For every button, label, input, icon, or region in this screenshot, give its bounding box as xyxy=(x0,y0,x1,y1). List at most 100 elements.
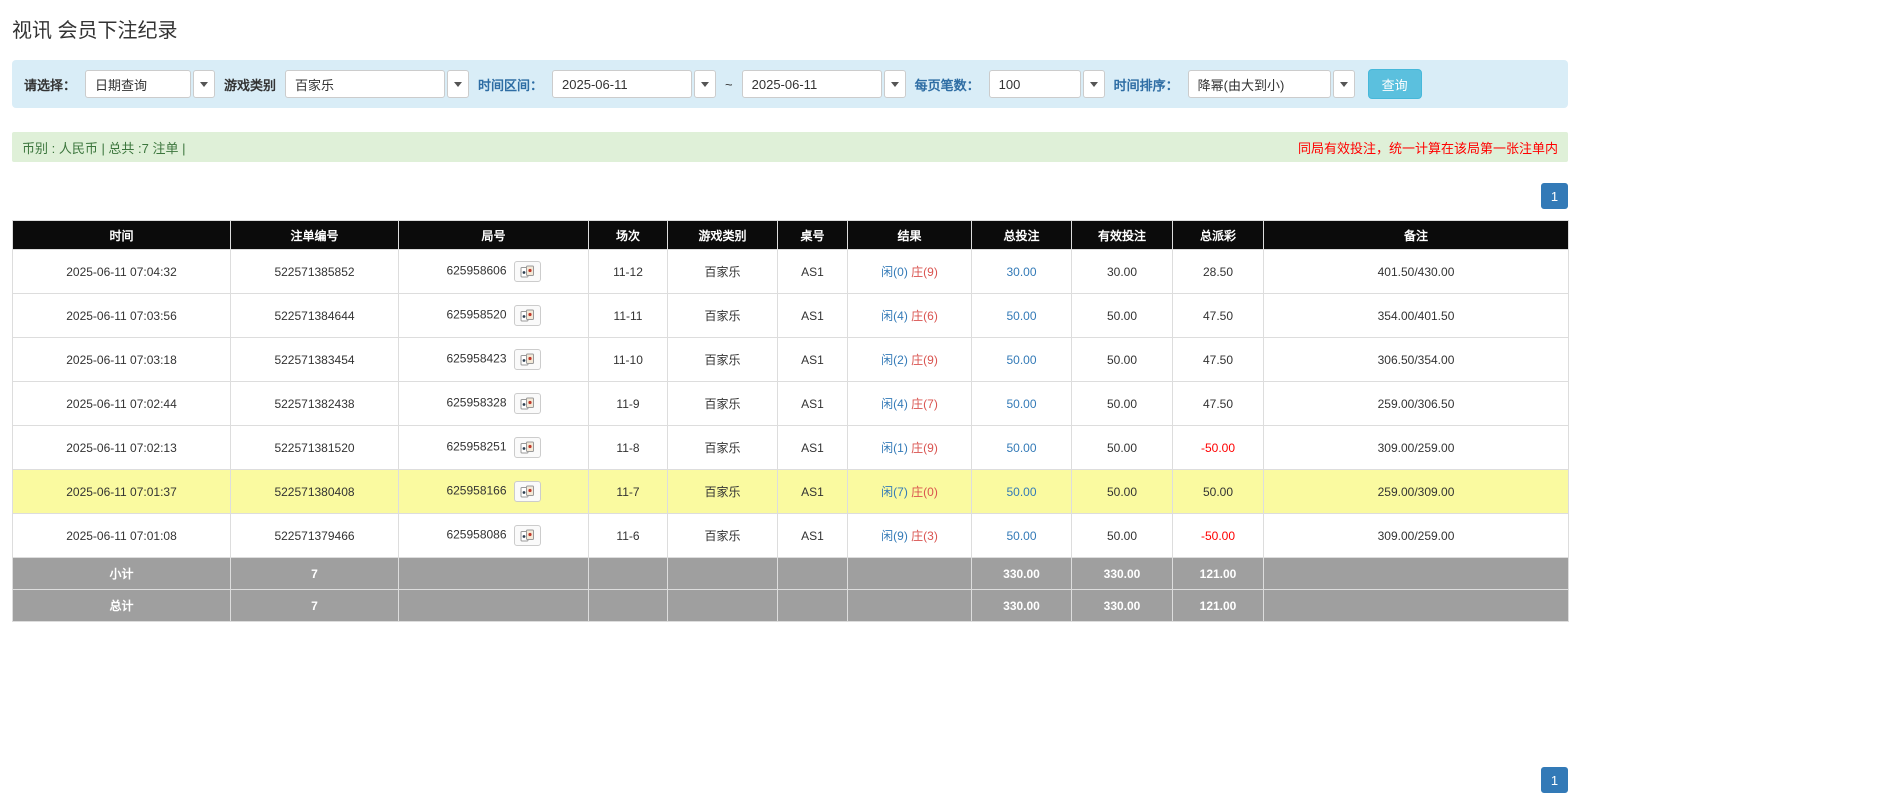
cards-preview-icon[interactable] xyxy=(514,393,541,414)
total-bet-cell: 50.00 xyxy=(972,426,1072,470)
time-cell: 2025-06-11 07:03:56 xyxy=(13,294,231,338)
header-table-no: 桌号 xyxy=(778,221,848,250)
total-bet-link[interactable]: 50.00 xyxy=(1006,441,1036,455)
subtotal-row-cell: 330.00 xyxy=(1072,558,1173,590)
cards-preview-icon[interactable] xyxy=(514,261,541,282)
table-body: 2025-06-11 07:04:32522571385852625958606… xyxy=(13,250,1569,622)
remark-cell: 309.00/259.00 xyxy=(1264,426,1569,470)
bet-id-cell: 522571383454 xyxy=(231,338,399,382)
table-row: 2025-06-11 07:03:56522571384644 625958520… xyxy=(13,294,1569,338)
banker-result: 庄(9) xyxy=(911,265,938,279)
table-row: 2025-06-11 07:03:18522571383454625958423… xyxy=(13,338,1569,382)
player-result: 闲(4) xyxy=(881,309,908,323)
player-result: 闲(1) xyxy=(881,441,908,455)
time-cell: 2025-06-11 07:03:18 xyxy=(13,338,231,382)
valid-bet-cell: 50.00 xyxy=(1072,294,1173,338)
banker-result: 庄(3) xyxy=(911,529,938,543)
total-bet-link[interactable]: 50.00 xyxy=(1006,529,1036,543)
chevron-down-icon[interactable] xyxy=(1333,70,1355,98)
payout-cell: 47.50 xyxy=(1173,294,1264,338)
cards-graphic xyxy=(520,265,535,278)
per-page-value: 100 xyxy=(989,70,1081,98)
round-id: 625958520 xyxy=(446,308,506,322)
total-row-cell: 7 xyxy=(231,590,399,622)
cards-graphic xyxy=(520,309,535,322)
sort-value: 降幂(由大到小) xyxy=(1188,70,1331,98)
chevron-down-icon[interactable] xyxy=(1083,70,1105,98)
valid-bet-cell: 50.00 xyxy=(1072,382,1173,426)
table-no-cell: AS1 xyxy=(778,470,848,514)
game-type-value: 百家乐 xyxy=(285,70,445,98)
total-bet-cell: 50.00 xyxy=(972,294,1072,338)
header-bet-id: 注单编号 xyxy=(231,221,399,250)
caret-glyph xyxy=(1090,82,1098,87)
subtotal-row-cell xyxy=(589,558,668,590)
round-id: 625958606 xyxy=(446,264,506,278)
table-no-cell: AS1 xyxy=(778,514,848,558)
caret-glyph xyxy=(454,82,462,87)
bet-id-cell: 522571384644 xyxy=(231,294,399,338)
caret-glyph xyxy=(200,82,208,87)
chevron-down-icon[interactable] xyxy=(884,70,906,98)
date-to-select[interactable]: 2025-06-11 xyxy=(742,70,906,98)
game-type-cell: 百家乐 xyxy=(668,250,778,294)
total-bet-link[interactable]: 50.00 xyxy=(1006,309,1036,323)
game-type-label: 游戏类别 xyxy=(224,75,276,94)
remark-cell: 306.50/354.00 xyxy=(1264,338,1569,382)
table-row: 2025-06-11 07:04:32522571385852625958606… xyxy=(13,250,1569,294)
search-button[interactable]: 查询 xyxy=(1368,69,1422,99)
payout-cell: 28.50 xyxy=(1173,250,1264,294)
chevron-down-icon[interactable] xyxy=(447,70,469,98)
total-bet-cell: 50.00 xyxy=(972,382,1072,426)
result-cell: 闲(0) 庄(9) xyxy=(848,250,972,294)
table-no-cell: AS1 xyxy=(778,294,848,338)
subtotal-row-cell xyxy=(1264,558,1569,590)
cards-preview-icon[interactable] xyxy=(514,525,541,546)
total-bet-cell: 30.00 xyxy=(972,250,1072,294)
table-no-cell: AS1 xyxy=(778,426,848,470)
header-time: 时间 xyxy=(13,221,231,250)
total-bet-link[interactable]: 30.00 xyxy=(1006,265,1036,279)
subtotal-row: 小计7330.00330.00121.00 xyxy=(13,558,1569,590)
chevron-down-icon[interactable] xyxy=(193,70,215,98)
round-cell: 625958606 xyxy=(399,250,589,294)
banker-result: 庄(0) xyxy=(911,485,938,499)
subtotal-row-cell xyxy=(399,558,589,590)
game-type-cell: 百家乐 xyxy=(668,382,778,426)
bet-id-cell: 522571379466 xyxy=(231,514,399,558)
time-cell: 2025-06-11 07:02:44 xyxy=(13,382,231,426)
subtotal-row-cell xyxy=(848,558,972,590)
per-page-select[interactable]: 100 xyxy=(989,70,1105,98)
valid-bet-cell: 50.00 xyxy=(1072,514,1173,558)
session-cell: 11-8 xyxy=(589,426,668,470)
total-bet-link[interactable]: 50.00 xyxy=(1006,397,1036,411)
player-result: 闲(9) xyxy=(881,529,908,543)
subtotal-row-cell xyxy=(778,558,848,590)
filter-bar: 请选择： 日期查询 游戏类别 百家乐 时间区间： 2025-06-11 ~ 20… xyxy=(12,60,1568,108)
subtotal-row-cell xyxy=(668,558,778,590)
round-id: 625958328 xyxy=(446,396,506,410)
cards-preview-icon[interactable] xyxy=(514,349,541,370)
cards-preview-icon[interactable] xyxy=(514,305,541,326)
chevron-down-icon[interactable] xyxy=(694,70,716,98)
table-row: 2025-06-11 07:02:13522571381520625958251… xyxy=(13,426,1569,470)
select-label: 请选择： xyxy=(24,75,76,94)
date-from-select[interactable]: 2025-06-11 xyxy=(552,70,716,98)
total-bet-link[interactable]: 50.00 xyxy=(1006,485,1036,499)
total-bet-cell: 50.00 xyxy=(972,338,1072,382)
total-bet-link[interactable]: 50.00 xyxy=(1006,353,1036,367)
round-id: 625958166 xyxy=(446,484,506,498)
sort-select[interactable]: 降幂(由大到小) xyxy=(1188,70,1355,98)
bet-id-cell: 522571381520 xyxy=(231,426,399,470)
table-header-row: 时间 注单编号 局号 场次 游戏类别 桌号 结果 总投注 有效投注 总派彩 备注 xyxy=(13,221,1569,250)
game-type-select[interactable]: 百家乐 xyxy=(285,70,469,98)
cards-preview-icon[interactable] xyxy=(514,481,541,502)
date-separator: ~ xyxy=(725,77,733,92)
game-type-cell: 百家乐 xyxy=(668,294,778,338)
cards-preview-icon[interactable] xyxy=(514,437,541,458)
summary-bar: 币别 : 人民币 | 总共 :7 注单 | 同局有效投注，统一计算在该局第一张注… xyxy=(12,132,1568,162)
page-1-button[interactable]: 1 xyxy=(1541,183,1568,209)
query-type-select[interactable]: 日期查询 xyxy=(85,70,215,98)
result-cell: 闲(7) 庄(0) xyxy=(848,470,972,514)
page-1-button[interactable]: 1 xyxy=(1541,767,1568,793)
